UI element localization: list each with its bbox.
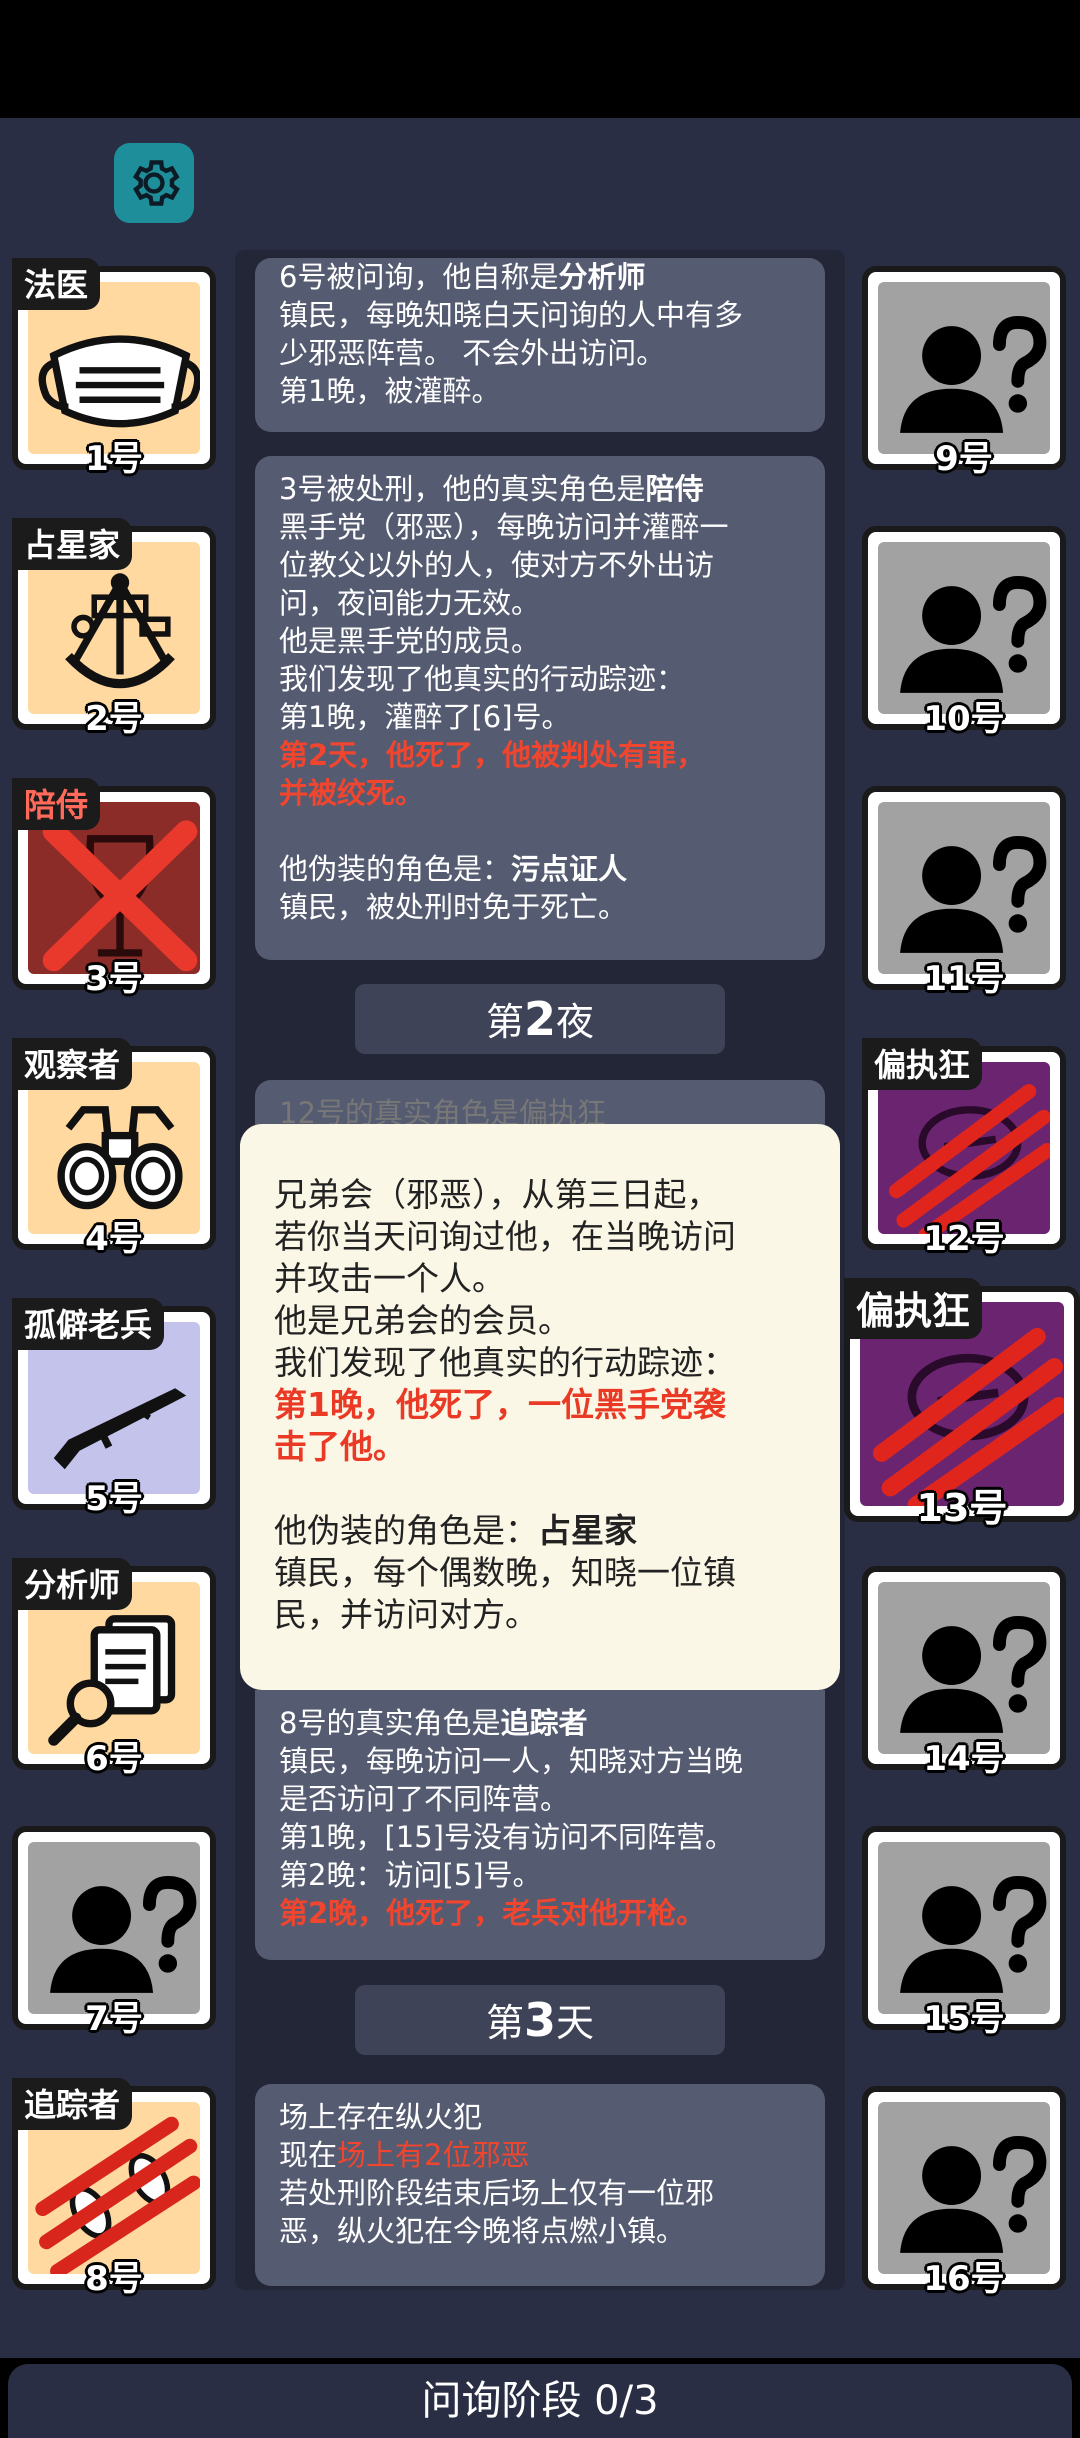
log-entry-6: 6号被问询，他自称是分析师 镇民，每晚知晓白天问询的人中有多 少邪恶阵营。 不会… xyxy=(255,258,825,432)
gear-icon xyxy=(133,160,180,206)
player-card-11[interactable]: 11号 xyxy=(862,786,1066,999)
player-number: 6号 xyxy=(85,1739,143,1779)
day-3-header: 第3天 xyxy=(355,1985,725,2055)
player-card-6[interactable]: 分析师 6号 xyxy=(12,1558,216,1779)
role-tag: 陪侍 xyxy=(12,778,101,830)
role-tag: 占星家 xyxy=(12,518,133,570)
player-card-10[interactable]: 10号 xyxy=(862,526,1066,739)
player-number: 14号 xyxy=(923,1739,1005,1779)
player-card-1[interactable]: 法医 1号 xyxy=(12,258,216,479)
role-tag: 法医 xyxy=(12,258,101,310)
player-number: 7号 xyxy=(85,1999,143,2039)
settings-button[interactable] xyxy=(114,143,194,223)
role-tag: 孤僻老兵 xyxy=(12,1298,165,1350)
player-card-3[interactable]: 陪侍 3号 xyxy=(12,778,216,999)
player-number: 1号 xyxy=(85,439,143,479)
player-number: 13号 xyxy=(916,1486,1008,1530)
unknown-person-icon xyxy=(900,576,1047,693)
unknown-person-icon xyxy=(900,1616,1047,1733)
role-tag: 偏执狂 xyxy=(844,1278,983,1339)
player-number: 2号 xyxy=(85,699,143,739)
unknown-person-icon xyxy=(900,1876,1047,1993)
player-card-13[interactable]: 偏执狂 13号 xyxy=(844,1278,1080,1530)
player-card-5[interactable]: 孤僻老兵 5号 xyxy=(12,1298,216,1519)
player-card-9[interactable]: 9号 xyxy=(862,266,1066,479)
phase-label: 问询阶段 0/3 xyxy=(8,2364,1072,2438)
log-entry-8: 8号的真实角色是追踪者 镇民，每晚访问一人，知晓对方当晚 是否访问了不同阵营。 … xyxy=(255,1690,825,1960)
log-entry-arsonist: 场上存在纵火犯 现在场上有2位邪恶 若处刑阶段结束后场上仅有一位邪 恶，纵火犯在… xyxy=(255,2084,825,2286)
player-card-7[interactable]: 7号 xyxy=(12,1826,216,2039)
player-card-2[interactable]: 占星家 2号 xyxy=(12,518,216,739)
player-number: 11号 xyxy=(923,959,1005,999)
role-tag: 追踪者 xyxy=(12,2078,133,2130)
player-number: 8号 xyxy=(85,2259,143,2299)
role-tag: 观察者 xyxy=(12,1038,133,1090)
player-number: 5号 xyxy=(85,1479,143,1519)
unknown-person-icon xyxy=(900,2136,1047,2253)
role-info-popup[interactable]: 兄弟会（邪恶），从第三日起， 若你当天问询过他，在当晚访问 并攻击一个人。 他是… xyxy=(240,1124,840,1690)
unknown-person-icon xyxy=(50,1876,197,1993)
player-card-16[interactable]: 16号 xyxy=(862,2086,1066,2299)
phase-bar: 问询阶段 0/3 xyxy=(0,2358,1080,2438)
status-bar xyxy=(0,0,1080,118)
player-card-12[interactable]: 偏执狂 12号 xyxy=(862,1038,1066,1259)
player-number: 9号 xyxy=(935,439,993,479)
player-card-15[interactable]: 15号 xyxy=(862,1826,1066,2039)
player-number: 4号 xyxy=(85,1219,143,1259)
role-tag: 分析师 xyxy=(12,1558,133,1610)
player-number: 3号 xyxy=(85,959,143,999)
unknown-person-icon xyxy=(900,316,1047,433)
player-number: 16号 xyxy=(923,2259,1005,2299)
log-entry-3: 3号被处刑，他的真实角色是陪侍 黑手党（邪恶），每晚访问并灌醉一 位教父以外的人… xyxy=(255,456,825,960)
player-number: 12号 xyxy=(923,1219,1005,1259)
player-card-14[interactable]: 14号 xyxy=(862,1566,1066,1779)
unknown-person-icon xyxy=(900,836,1047,953)
player-number: 10号 xyxy=(923,699,1005,739)
night-2-header: 第2夜 xyxy=(355,984,725,1054)
player-card-8[interactable]: 追踪者 8号 xyxy=(12,2078,216,2299)
role-tag: 偏执狂 xyxy=(862,1038,983,1090)
player-number: 15号 xyxy=(923,1999,1005,2039)
player-card-4[interactable]: 观察者 4号 xyxy=(12,1038,216,1259)
